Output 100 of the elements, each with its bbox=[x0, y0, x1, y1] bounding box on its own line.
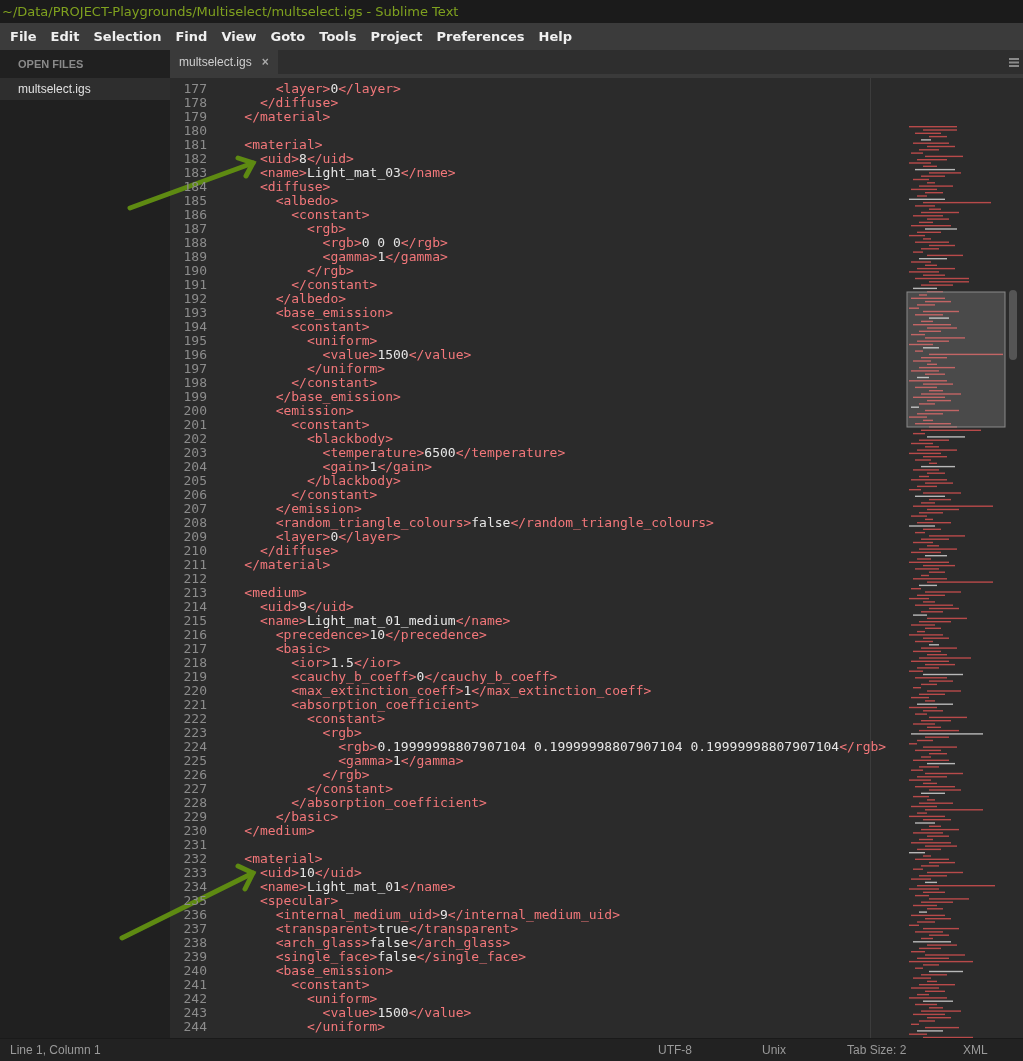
line-number: 210 bbox=[182, 544, 207, 558]
line-number: 188 bbox=[182, 236, 207, 250]
line-endings-indicator[interactable]: Unix bbox=[762, 1041, 847, 1059]
line-number: 213 bbox=[182, 586, 207, 600]
line-number: 219 bbox=[182, 670, 207, 684]
code-line: <rgb>0 0 0</rgb> bbox=[322, 236, 448, 250]
line-number: 222 bbox=[182, 712, 207, 726]
line-number: 216 bbox=[182, 628, 207, 642]
code-line: </blackbody> bbox=[305, 474, 401, 488]
code-line: <gamma>1</gamma> bbox=[321, 250, 448, 264]
file-tab[interactable]: multselect.igs × bbox=[170, 50, 278, 74]
window-title: ~/Data/PROJECT-Playgrounds/Multiselect/multselect.igs - Sublime Text bbox=[2, 2, 459, 21]
code-line: <albedo> bbox=[274, 194, 339, 208]
code-line: <uniform> bbox=[305, 992, 378, 1006]
code-line: <rgb> bbox=[305, 222, 347, 236]
code-line: </basic> bbox=[274, 810, 339, 824]
menu-item[interactable]: Help bbox=[532, 26, 578, 47]
line-number: 231 bbox=[182, 838, 207, 852]
line-number: 215 bbox=[182, 614, 207, 628]
scrollbar-thumb[interactable] bbox=[1009, 290, 1017, 360]
code-line: </medium> bbox=[243, 824, 315, 838]
code-line: <constant> bbox=[291, 320, 370, 334]
menu-item[interactable]: Preferences bbox=[430, 26, 531, 47]
line-number: 209 bbox=[182, 530, 207, 544]
code-line: <gain>1</gain> bbox=[321, 460, 433, 474]
line-number: 227 bbox=[182, 782, 207, 796]
code-line: </constant> bbox=[290, 376, 378, 390]
line-number: 203 bbox=[182, 446, 207, 460]
tab-size-indicator[interactable]: Tab Size: 2 bbox=[847, 1041, 963, 1059]
code-line: <constant> bbox=[290, 208, 370, 222]
menu-item[interactable]: Edit bbox=[44, 26, 86, 47]
code-line: <name>Light_mat_03</name> bbox=[258, 166, 456, 180]
menu-item[interactable]: Selection bbox=[87, 26, 168, 47]
code-line: <blackbody> bbox=[305, 432, 393, 446]
menu-icon[interactable] bbox=[1009, 58, 1019, 67]
code-line: <uid>8</uid> bbox=[258, 152, 354, 166]
line-number: 185 bbox=[182, 194, 207, 208]
code-line: <specular> bbox=[258, 894, 339, 908]
tab-label: multselect.igs bbox=[179, 54, 252, 71]
line-number: 193 bbox=[182, 306, 207, 320]
code-line: <base_emission> bbox=[274, 306, 394, 320]
line-number: 189 bbox=[182, 250, 207, 264]
line-number: 196 bbox=[182, 348, 207, 362]
menu-item[interactable]: Goto bbox=[264, 26, 312, 47]
code-line: <diffuse> bbox=[258, 180, 331, 194]
menu-item[interactable]: Find bbox=[169, 26, 214, 47]
code-line: </albedo> bbox=[274, 292, 347, 306]
line-number: 201 bbox=[182, 418, 207, 432]
code-line: <material> bbox=[243, 852, 323, 866]
line-number: 228 bbox=[182, 796, 207, 810]
line-number: 207 bbox=[182, 502, 207, 516]
line-number: 178 bbox=[182, 96, 207, 110]
code-line: <temperature>6500</temperature> bbox=[322, 446, 566, 460]
code-line: </rgb> bbox=[321, 768, 370, 782]
menu-item[interactable]: Project bbox=[364, 26, 429, 47]
code-line: <internal_medium_uid>9</internal_medium_uid> bbox=[275, 908, 620, 922]
code-line: <random_triangle_colours>false</random_triangle_colours> bbox=[274, 516, 714, 530]
menu-item[interactable]: View bbox=[215, 26, 263, 47]
line-number: 177 bbox=[182, 82, 207, 96]
code-line: <gamma>1</gamma> bbox=[337, 754, 464, 768]
line-number: 202 bbox=[182, 432, 207, 446]
menu-item[interactable]: File bbox=[4, 26, 43, 47]
line-number: 221 bbox=[182, 698, 207, 712]
line-number: 195 bbox=[182, 334, 207, 348]
line-number: 226 bbox=[182, 768, 207, 782]
line-number: 205 bbox=[182, 474, 207, 488]
code-line: </constant> bbox=[290, 278, 378, 292]
code-line: <rgb> bbox=[321, 726, 362, 740]
sidebar-item[interactable]: multselect.igs bbox=[0, 78, 170, 100]
code-line: <rgb>0.19999998807907104 0.19999998807907104 0.19999998807907104</rgb> bbox=[338, 740, 887, 754]
code-line: <basic> bbox=[274, 642, 331, 656]
code-line: <single_face>false</single_face> bbox=[274, 950, 527, 964]
encoding-indicator[interactable]: UTF-8 bbox=[658, 1041, 762, 1059]
syntax-indicator[interactable]: XML bbox=[963, 1041, 1013, 1059]
line-number: 229 bbox=[182, 810, 207, 824]
code-line: <layer>0</layer> bbox=[274, 82, 401, 96]
line-number: 206 bbox=[182, 488, 207, 502]
line-number: 187 bbox=[182, 222, 207, 236]
line-number: 237 bbox=[182, 922, 207, 936]
line-number: 183 bbox=[182, 166, 207, 180]
code-line: <emission> bbox=[274, 404, 354, 418]
line-number: 240 bbox=[182, 964, 207, 978]
tab-close-button[interactable]: × bbox=[261, 53, 269, 71]
menu-item[interactable]: Tools bbox=[313, 26, 363, 47]
code-line: <ior>1.5</ior> bbox=[290, 656, 401, 670]
code-line: <layer>0</layer> bbox=[274, 530, 401, 544]
line-number: 211 bbox=[182, 558, 207, 572]
line-number: 194 bbox=[182, 320, 207, 334]
code-line: <precedence>10</precedence> bbox=[274, 628, 487, 642]
line-number: 224 bbox=[182, 740, 207, 754]
line-number: 186 bbox=[182, 208, 207, 222]
line-number: 212 bbox=[182, 572, 207, 586]
code-line: <uniform> bbox=[305, 334, 378, 348]
line-number: 214 bbox=[182, 600, 207, 614]
code-line: <uid>9</uid> bbox=[258, 600, 354, 614]
code-line: <absorption_coefficient> bbox=[290, 698, 480, 712]
line-number: 225 bbox=[182, 754, 207, 768]
code-line: <base_emission> bbox=[274, 964, 394, 978]
line-number: 179 bbox=[182, 110, 207, 124]
code-line: </material> bbox=[243, 558, 331, 572]
